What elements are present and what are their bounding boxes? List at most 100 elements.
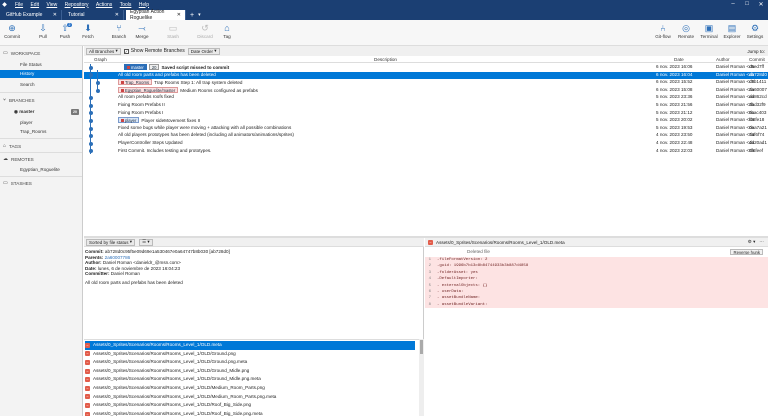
file-sort-select[interactable]: Sorted by file status ▾: [86, 238, 136, 246]
remotes-header[interactable]: ☁ REMOTES: [3, 156, 34, 162]
file-row[interactable]: − Assets/0_Sprites/Scenarios/Rooms/Rooms_…: [85, 375, 415, 384]
merge-icon: ⤙: [138, 23, 146, 33]
file-row[interactable]: − Assets/0_Sprites/Scenarios/Rooms/Rooms_…: [85, 350, 415, 359]
branch-button[interactable]: ⑂ Branch: [107, 22, 131, 39]
tab-egyptian-action-roguelike[interactable]: Egyptian Action Roguelike ✕: [126, 9, 186, 21]
commit-row[interactable]: Egyptian_Roguelite/master Medium Rooms co…: [84, 86, 768, 95]
column-author[interactable]: Author: [716, 57, 730, 62]
reverse-hunk-button[interactable]: Reverse hunk: [730, 249, 763, 255]
sidebar-item-player[interactable]: player: [0, 119, 82, 127]
branch-tag[interactable]: 20: [148, 64, 160, 70]
commit-row[interactable]: player Player sideMovement fixes II 5 nov.…: [84, 117, 768, 125]
branch-tag[interactable]: Trap_Rooms: [118, 79, 153, 86]
gitflow-button[interactable]: ⑃ Git-flow: [651, 22, 675, 39]
tab-close-icon[interactable]: ✕: [115, 12, 119, 18]
merge-button[interactable]: ⤙ Merge: [130, 22, 154, 39]
diff-more-icon[interactable]: ⋯: [759, 239, 764, 245]
divider: [0, 92, 82, 93]
sourcetree-logo-icon: ◆: [2, 2, 7, 8]
file-row[interactable]: − Assets/0_Sprites/Scenarios/Rooms/Rooms_…: [85, 384, 415, 393]
sidebar-item-search[interactable]: Search: [0, 81, 82, 89]
sidebar-item-history[interactable]: History: [0, 70, 82, 78]
commit-row[interactable]: All old room parts and prefabs has been …: [84, 71, 768, 80]
files-scrollbar[interactable]: [419, 339, 424, 416]
pull-button[interactable]: ⇩ Pull: [31, 22, 55, 39]
file-row[interactable]: − Assets/0_Sprites/Scenarios/Rooms/Rooms_…: [85, 358, 415, 367]
column-commit[interactable]: Commit: [749, 57, 765, 62]
gitflow-label: Git-flow: [655, 34, 671, 39]
commit-row[interactable]: Trap_Rooms Trap Rooms Step 1: All trap sy…: [84, 79, 768, 87]
scrollbar-thumb[interactable]: [420, 340, 423, 354]
menu-help[interactable]: Help: [139, 2, 149, 8]
view-mode-select[interactable]: ☰ ▾: [139, 238, 153, 246]
commit-row[interactable]: PlayerController Steps Updated 4 nov. 202…: [84, 140, 768, 148]
tab-tutorial[interactable]: Tutorial ✕: [64, 10, 124, 20]
tag-button[interactable]: ⌂ Tag: [215, 22, 239, 39]
menu-actions[interactable]: Actions: [96, 2, 112, 8]
menu-file[interactable]: File: [15, 2, 23, 8]
menu-tools[interactable]: Tools: [120, 2, 132, 8]
graph-branch-line: [97, 70, 98, 92]
diff-options-gear-icon[interactable]: ⚙ ▾: [748, 239, 756, 245]
commit-hash: 3bd32f9: [749, 102, 766, 107]
column-graph[interactable]: Graph: [94, 57, 107, 62]
commit-description-cell: All old room parts and prefabs has been …: [118, 72, 628, 77]
file-removed-icon: −: [85, 351, 90, 357]
file-row[interactable]: − Assets/0_Sprites/Scenarios/Rooms/Rooms_…: [85, 393, 415, 402]
menu-view[interactable]: View: [46, 2, 57, 8]
close-window-icon[interactable]: ✕: [754, 1, 768, 8]
diff-line-removed[interactable]: 8 - assetBundleVariant:: [425, 301, 768, 309]
menu-edit[interactable]: Edit: [30, 2, 39, 8]
file-row[interactable]: − Assets/0_Sprites/Scenarios/Rooms/Rooms_…: [85, 410, 415, 416]
terminal-button[interactable]: ▣ Terminal: [697, 22, 721, 39]
maximize-icon[interactable]: □: [740, 1, 754, 8]
file-row[interactable]: − Assets/0_Sprites/Scenarios/Rooms/Rooms_…: [85, 401, 415, 410]
remote-button[interactable]: ◎ Remote: [674, 22, 698, 39]
branch-tag[interactable]: master: [124, 64, 147, 70]
minimize-icon[interactable]: –: [726, 1, 740, 8]
sidebar-item-master[interactable]: ◉ master 20: [0, 108, 82, 116]
tab-dropdown-chevron-icon[interactable]: ▾: [198, 10, 201, 20]
parent-commit-link[interactable]: 2a60007786: [105, 255, 131, 260]
tab-github-example[interactable]: GitHub Example ✕: [2, 10, 62, 20]
stashes-header[interactable]: ▭ STASHES: [3, 180, 32, 186]
tags-header[interactable]: ⌂ TAGS: [3, 143, 21, 149]
branch-tag[interactable]: player: [118, 117, 140, 124]
stash-button[interactable]: ▭ Stash: [161, 22, 185, 39]
show-remote-branches-checkbox[interactable]: ✓ Show Remote Branches: [123, 48, 185, 54]
branch-filter-select[interactable]: All Branches ▾: [86, 47, 121, 55]
commit-message-text: Medium Rooms configured as prefabs: [180, 87, 258, 93]
new-tab-plus-icon[interactable]: +: [190, 10, 194, 20]
explorer-button[interactable]: ▤ Explorer: [720, 22, 744, 39]
order-select[interactable]: Date Order ▾: [187, 47, 220, 55]
commit-row[interactable]: Fixed some bugs while player were moving…: [84, 125, 768, 133]
commit-row[interactable]: All old players prototypes has been dele…: [84, 132, 768, 140]
branch-tag[interactable]: Egyptian_Roguelite/master: [118, 86, 179, 93]
tab-close-icon[interactable]: ✕: [177, 12, 181, 18]
commit-button[interactable]: ⊕ Commit: [0, 22, 24, 39]
push-button[interactable]: 2 ⇧ Push: [53, 22, 77, 39]
line-text: - userData:: [437, 290, 464, 294]
column-date[interactable]: Date: [674, 57, 684, 62]
file-row[interactable]: − Assets/0_Sprites/Scenarios/Rooms/Rooms_…: [85, 341, 415, 350]
branches-header[interactable]: ⑂ BRANCHES: [3, 97, 35, 103]
fetch-button[interactable]: ⬇ Fetch: [76, 22, 100, 39]
commit-row[interactable]: All room prefabs roofs fixed 5 nov. 2023 …: [84, 94, 768, 102]
commit-row[interactable]: First Commit. Includes testing and proto…: [84, 148, 768, 156]
graph-line: [90, 64, 91, 154]
sidebar-item-trap-rooms[interactable]: Trap_Rooms: [0, 128, 82, 136]
commit-date: 5 nov. 2023 21:56: [656, 102, 693, 107]
column-description[interactable]: Description: [374, 57, 397, 62]
branch-tag-label: 20: [151, 65, 157, 70]
menu-repository[interactable]: Repository: [65, 2, 89, 8]
settings-button[interactable]: ⚙ Settings: [743, 22, 767, 39]
tab-close-icon[interactable]: ✕: [53, 12, 57, 18]
discard-button[interactable]: ↺ Discard: [193, 22, 217, 39]
sidebar-item-remote[interactable]: Egyptian_Roguelite: [0, 166, 82, 174]
commit-plus-icon: ⊕: [8, 23, 16, 33]
sidebar-item-file-status[interactable]: File Status: [0, 61, 82, 69]
commit-row[interactable]: Fixing Room Prefabs II 5 nov. 2023 21:56 D…: [84, 102, 768, 110]
commit-row[interactable]: Fixing Room Prefabs I5 nov. 2023 21:12 Da…: [84, 110, 768, 118]
commit-row[interactable]: master 20 Saved script missed to commit 6 n…: [84, 64, 768, 72]
file-row[interactable]: − Assets/0_Sprites/Scenarios/Rooms/Rooms_…: [85, 367, 415, 376]
